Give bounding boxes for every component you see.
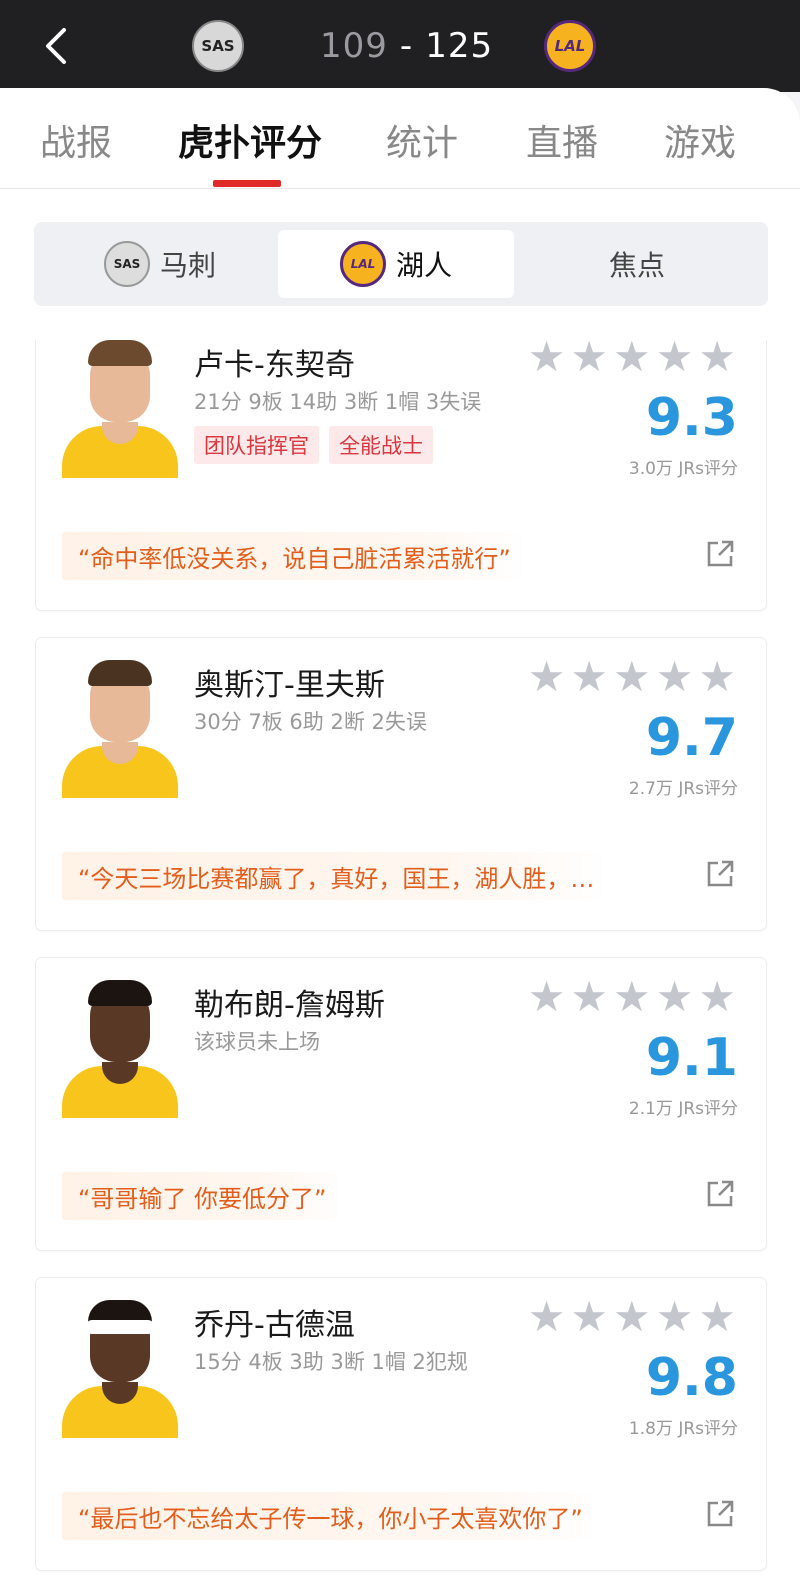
player-stats: 30分 7板 6助 2断 2失误 — [194, 710, 427, 734]
active-tab-indicator — [213, 180, 281, 187]
content-panel: 战报 虎扑评分 统计 直播 游戏 SAS 马刺 LAL 湖人 焦点 卢卡-东契奇… — [0, 88, 800, 1592]
rating-count: 2.7万 JRs评分 — [628, 779, 738, 799]
star-rating-input[interactable]: ★ ★ ★ ★ ★ — [528, 656, 736, 698]
back-button[interactable] — [36, 22, 76, 70]
player-name: 勒布朗-詹姆斯 — [194, 988, 385, 1023]
tab-live[interactable]: 直播 — [526, 114, 598, 166]
segment-label: 马刺 — [159, 249, 216, 282]
share-icon[interactable] — [704, 538, 736, 570]
player-tag: 全能战士 — [329, 426, 433, 464]
lakers-logo: LAL — [339, 241, 386, 287]
player-tag: 团队指挥官 — [194, 426, 319, 464]
player-card[interactable]: 奥斯汀-里夫斯 30分 7板 6助 2断 2失误 ★ ★ ★ ★ ★ 9.7 2… — [36, 638, 766, 930]
lakers-logo[interactable]: LAL — [544, 20, 596, 72]
segment-label: 湖人 — [395, 249, 452, 282]
rating-count: 2.1万 JRs评分 — [628, 1099, 738, 1119]
top-comment[interactable]: “最后也不忘给太子传一球，你小子太喜欢你了” — [62, 1492, 599, 1540]
player-name: 奥斯汀-里夫斯 — [194, 668, 385, 703]
spurs-logo: SAS — [103, 241, 150, 287]
player-avatar — [62, 340, 178, 478]
player-stats: 21分 9板 14助 3断 1帽 3失误 — [194, 390, 482, 414]
top-comment[interactable]: “命中率低没关系，说自己脏活累活就行” — [62, 532, 527, 580]
player-rating: 9.7 — [645, 708, 738, 768]
player-rating: 9.8 — [645, 1348, 738, 1408]
star-icon[interactable]: ★ — [698, 340, 736, 378]
star-icon[interactable]: ★ — [528, 340, 566, 378]
segment-label: 焦点 — [608, 249, 665, 282]
rating-count: 3.0万 JRs评分 — [628, 459, 738, 479]
star-icon[interactable]: ★ — [570, 656, 608, 698]
star-rating-input[interactable]: ★ ★ ★ ★ ★ — [528, 340, 736, 378]
team-segment: SAS 马刺 LAL 湖人 焦点 — [34, 222, 768, 306]
tab-stats[interactable]: 统计 — [386, 114, 458, 166]
star-icon[interactable]: ★ — [656, 340, 694, 378]
player-rating: 9.3 — [645, 388, 738, 448]
player-rating-list: 卢卡-东契奇 21分 9板 14助 3断 1帽 3失误 团队指挥官 全能战士 ★… — [0, 340, 800, 1592]
star-icon[interactable]: ★ — [570, 976, 608, 1018]
player-avatar — [62, 980, 178, 1118]
player-card[interactable]: 卢卡-东契奇 21分 9板 14助 3断 1帽 3失误 团队指挥官 全能战士 ★… — [36, 340, 766, 610]
player-avatar — [62, 660, 178, 798]
star-icon[interactable]: ★ — [528, 1296, 566, 1338]
player-card[interactable]: 乔丹-古德温 15分 4板 3助 3断 1帽 2犯规 ★ ★ ★ ★ ★ 9.8… — [36, 1278, 766, 1570]
segment-lakers[interactable]: LAL 湖人 — [278, 230, 514, 298]
share-icon[interactable] — [704, 1498, 736, 1530]
star-icon[interactable]: ★ — [570, 340, 608, 378]
tab-hupu-rating[interactable]: 虎扑评分 — [178, 114, 322, 166]
score-separator: - — [399, 26, 414, 66]
star-icon[interactable]: ★ — [613, 1296, 651, 1338]
segment-focus[interactable]: 焦点 — [514, 230, 760, 298]
chevron-left-icon — [46, 28, 66, 64]
star-icon[interactable]: ★ — [528, 656, 566, 698]
segment-spurs[interactable]: SAS 马刺 — [42, 230, 278, 298]
star-icon[interactable]: ★ — [613, 976, 651, 1018]
top-bar: SAS 109 - 125 LAL — [0, 0, 800, 92]
tab-report[interactable]: 战报 — [40, 114, 112, 166]
top-comment[interactable]: “哥哥输了 你要低分了” — [62, 1172, 343, 1220]
star-icon[interactable]: ★ — [613, 656, 651, 698]
home-score: 125 — [425, 26, 494, 66]
player-stats: 15分 4板 3助 3断 1帽 2犯规 — [194, 1350, 468, 1374]
star-icon[interactable]: ★ — [698, 1296, 736, 1338]
player-rating: 9.1 — [645, 1028, 738, 1088]
player-stats: 该球员未上场 — [194, 1030, 320, 1054]
star-icon[interactable]: ★ — [656, 1296, 694, 1338]
share-icon[interactable] — [704, 858, 736, 890]
main-tabs: 战报 虎扑评分 统计 直播 游戏 — [0, 88, 800, 189]
star-icon[interactable]: ★ — [613, 340, 651, 378]
player-name: 乔丹-古德温 — [194, 1308, 355, 1343]
top-comment[interactable]: “今天三场比赛都赢了，真好，国王，湖人胜，… — [62, 852, 611, 900]
star-icon[interactable]: ★ — [528, 976, 566, 1018]
player-avatar — [62, 1300, 178, 1438]
star-icon[interactable]: ★ — [656, 976, 694, 1018]
player-name: 卢卡-东契奇 — [194, 348, 355, 383]
star-rating-input[interactable]: ★ ★ ★ ★ ★ — [528, 1296, 736, 1338]
scoreboard: 109 - 125 — [320, 22, 493, 70]
away-score: 109 — [320, 26, 388, 66]
star-icon[interactable]: ★ — [698, 656, 736, 698]
player-card[interactable]: 勒布朗-詹姆斯 该球员未上场 ★ ★ ★ ★ ★ 9.1 2.1万 JRs评分 … — [36, 958, 766, 1250]
tab-game[interactable]: 游戏 — [664, 114, 736, 166]
share-icon[interactable] — [704, 1178, 736, 1210]
player-tags: 团队指挥官 全能战士 — [194, 426, 433, 464]
star-icon[interactable]: ★ — [698, 976, 736, 1018]
star-rating-input[interactable]: ★ ★ ★ ★ ★ — [528, 976, 736, 1018]
spurs-logo[interactable]: SAS — [192, 20, 244, 72]
star-icon[interactable]: ★ — [570, 1296, 608, 1338]
star-icon[interactable]: ★ — [656, 656, 694, 698]
rating-count: 1.8万 JRs评分 — [628, 1419, 738, 1439]
